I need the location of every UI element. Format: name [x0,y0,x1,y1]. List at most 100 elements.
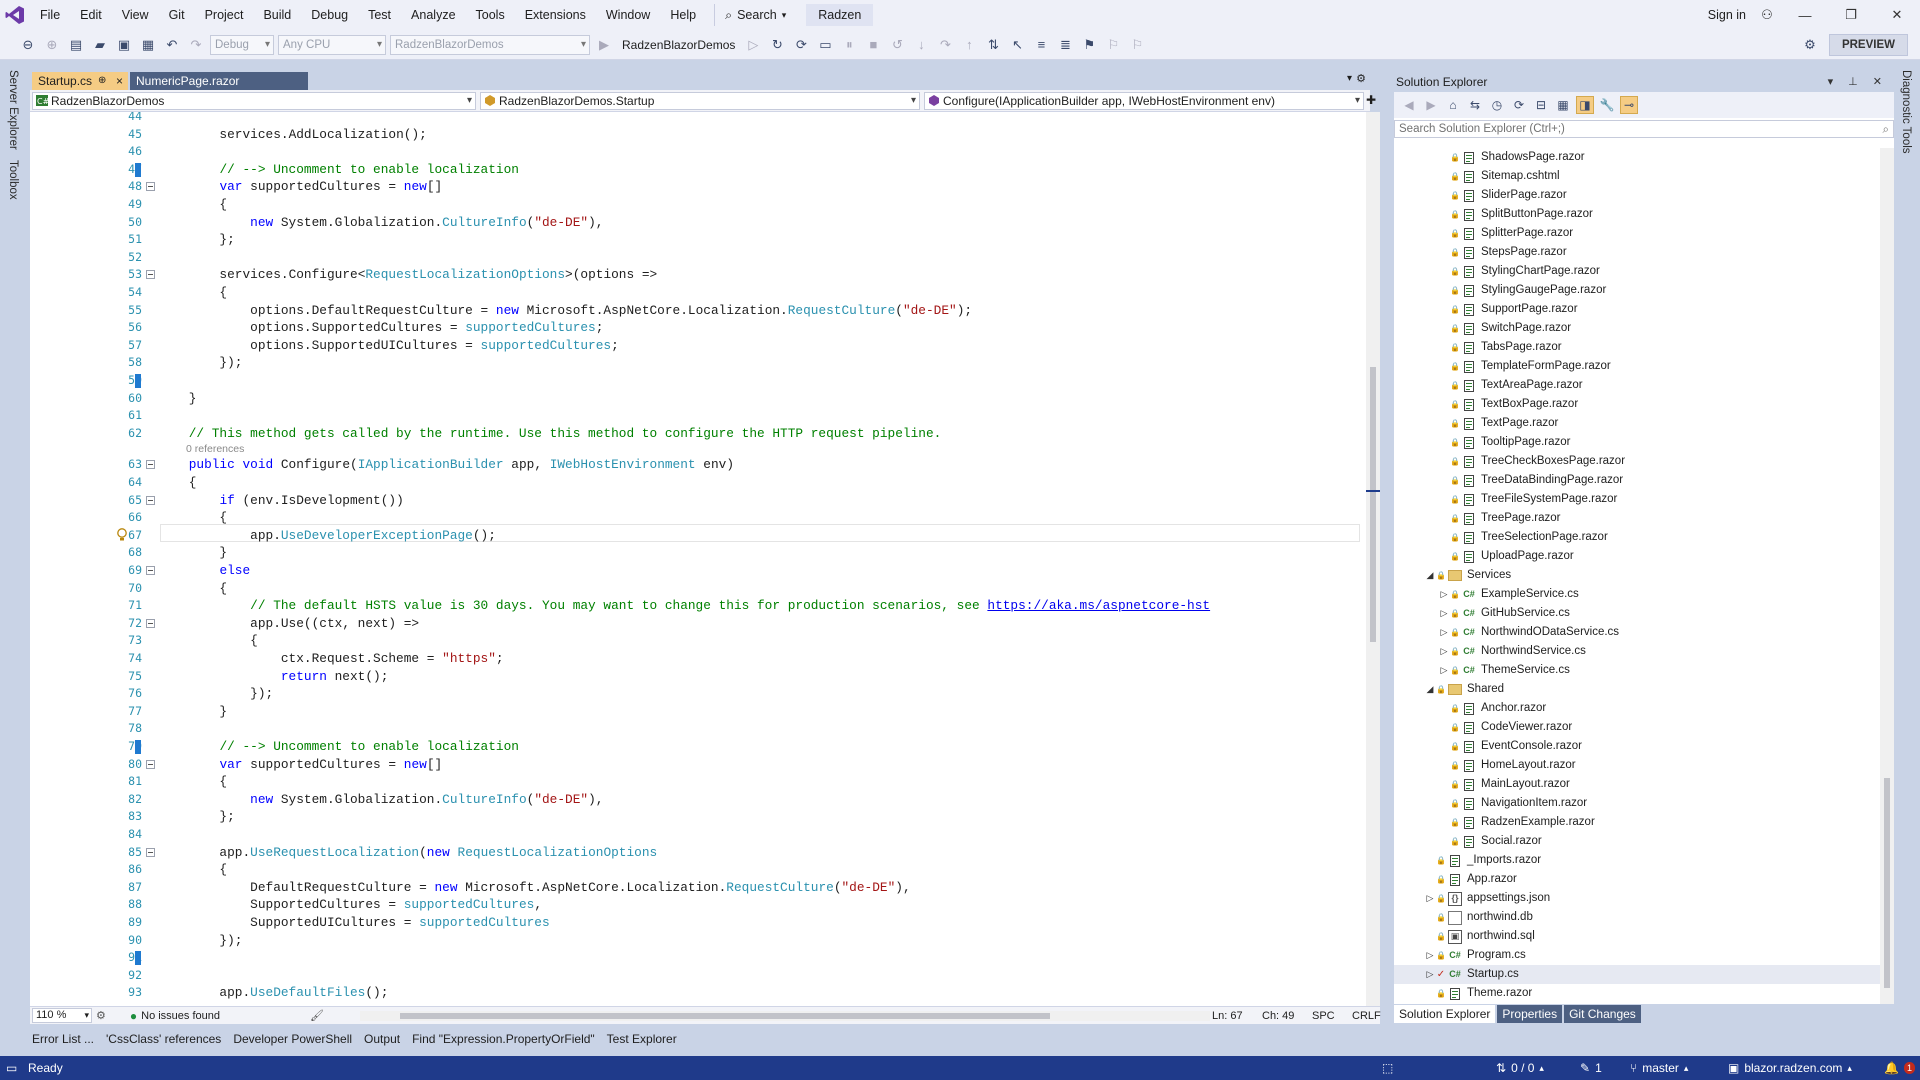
code-line[interactable]: services.Configure<RequestLocalizationOp… [158,266,657,284]
editor-vertical-scrollbar[interactable] [1366,112,1380,1010]
browser-link-icon[interactable]: ⟳ [791,35,811,55]
pointer-icon[interactable]: ↖ [1007,35,1027,55]
bookmark-prev-icon[interactable]: ⚐ [1103,35,1123,55]
type-combo[interactable]: RadzenBlazorDemos.Startup [480,92,920,110]
tree-item[interactable]: ▷ 🔒 C# GitHubService.cs [1394,604,1880,623]
bookmark-next-icon[interactable]: ⚐ [1127,35,1147,55]
code-line[interactable]: { [158,284,227,302]
code-line[interactable]: new System.Globalization.CultureInfo("de… [158,214,603,232]
code-line[interactable]: } [158,703,227,721]
code-line[interactable]: SupportedCultures = supportedCultures, [158,896,542,914]
menu-extensions[interactable]: Extensions [515,0,596,30]
tab-numericpage-razor[interactable]: NumericPage.razor [130,72,308,90]
branch-selector[interactable]: ⑂ master ▴ [1630,1056,1688,1080]
home-icon[interactable]: ⌂ [1444,96,1462,114]
tree-item[interactable]: 🔒 Social.razor [1394,832,1880,851]
tree-item[interactable]: ▷ 🔒{} appsettings.json [1394,889,1880,908]
code-line[interactable]: app.Use((ctx, next) => [158,615,419,633]
code-line[interactable]: }); [158,354,242,372]
collapsed-arrow-icon[interactable]: ▷ [1424,965,1436,984]
hot-reload-icon[interactable]: ↻ [767,35,787,55]
pin-icon[interactable]: ⊕ [98,72,106,90]
code-line[interactable]: }); [158,932,242,950]
uncomment-icon[interactable]: ≣ [1055,35,1075,55]
zoom-dropdown[interactable]: 110 % [32,1008,92,1023]
menu-edit[interactable]: Edit [70,0,112,30]
code-line[interactable]: app.UseRequestLocalization(new RequestLo… [158,844,657,862]
scrollbar-thumb[interactable] [1884,778,1890,988]
bookmark-icon[interactable]: ⚑ [1079,35,1099,55]
collapsed-arrow-icon[interactable]: ▷ [1438,585,1450,604]
tree-item[interactable]: 🔒 HomeLayout.razor [1394,756,1880,775]
code-line[interactable]: { [158,196,227,214]
back-icon[interactable]: ⊖ [18,35,38,55]
bottom-tab[interactable]: Developer PowerShell [227,1032,358,1046]
redo-icon[interactable]: ↷ [186,35,206,55]
intellicode-icon[interactable]: ⚙ [96,1009,106,1022]
tree-item[interactable]: 🔒 SupportPage.razor [1394,300,1880,319]
step-out-icon[interactable]: ↑ [959,35,979,55]
output-icon[interactable]: ▭ [6,1056,17,1080]
code-line[interactable]: DefaultRequestCulture = new Microsoft.As… [158,879,910,897]
fold-toggle-icon[interactable] [146,759,155,769]
code-line[interactable]: public void Configure(IApplicationBuilde… [158,456,734,474]
editor-horizontal-scrollbar[interactable] [360,1011,1210,1021]
tree-item[interactable]: ▷ 🔒 C# NorthwindODataService.cs [1394,623,1880,642]
notifications-button[interactable]: 🔔 1 [1884,1056,1915,1080]
code-line[interactable]: ctx.Request.Scheme = "https"; [158,650,504,668]
tree-item[interactable]: 🔒 EventConsole.razor [1394,737,1880,756]
scrollbar-thumb[interactable] [400,1013,1050,1019]
tree-item[interactable]: 🔒 SplitButtonPage.razor [1394,205,1880,224]
menu-project[interactable]: Project [195,0,254,30]
tree-item[interactable]: 🔒 TextPage.razor [1394,414,1880,433]
filter-icon[interactable]: ⊸ [1620,96,1638,114]
tree-item[interactable]: 🔒 TreeFileSystemPage.razor [1394,490,1880,509]
brush-icon[interactable]: 🖌 [310,1009,324,1022]
solution-vertical-scrollbar[interactable] [1880,148,1894,1004]
tab-git-changes[interactable]: Git Changes [1564,1005,1641,1023]
properties-icon[interactable]: 🔧 [1598,96,1616,114]
tree-item[interactable]: 🔒 StylingChartPage.razor [1394,262,1880,281]
show-all-files-icon[interactable]: ▦ [1554,96,1572,114]
undo-icon[interactable]: ↶ [162,35,182,55]
repository-selector[interactable]: ▣ blazor.radzen.com ▴ [1728,1056,1852,1080]
menu-debug[interactable]: Debug [301,0,358,30]
code-line[interactable]: var supportedCultures = new[] [158,178,442,196]
close-icon[interactable]: ✕ [1874,0,1920,30]
fold-toggle-icon[interactable] [146,270,155,280]
diagnostic-tools-tab[interactable]: Diagnostic Tools [1900,70,1912,154]
code-line[interactable]: // The default HSTS value is 30 days. Yo… [158,597,1210,615]
tree-item[interactable]: 🔒 NavigationItem.razor [1394,794,1880,813]
tab-startup-cs[interactable]: Startup.cs ⊕ × [32,72,128,90]
line-ending[interactable]: CRLF [1352,1010,1381,1022]
expanded-arrow-icon[interactable]: ◢ [1424,566,1436,585]
tree-item[interactable]: ▷ 🔒 C# NorthwindService.cs [1394,642,1880,661]
tab-overflow-icon[interactable]: ▾ [1347,73,1352,84]
bottom-tab[interactable]: Output [358,1032,406,1046]
fold-toggle-icon[interactable] [146,182,155,192]
comment-icon[interactable]: ≡ [1031,35,1051,55]
preview-button[interactable]: PREVIEW [1828,34,1908,56]
account-icon[interactable]: ⚇ [1752,0,1782,30]
code-line[interactable]: app.UseDefaultFiles(); [158,984,388,1002]
code-line[interactable]: // This method gets called by the runtim… [158,425,942,443]
step-over-icon[interactable]: ↷ [935,35,955,55]
tree-item[interactable]: 🔒 TextBoxPage.razor [1394,395,1880,414]
restart-icon[interactable]: ↺ [887,35,907,55]
feedback-icon[interactable]: ⚙ [1800,35,1820,55]
stop-icon[interactable]: ■ [863,35,883,55]
tree-item[interactable]: 🔒 CodeViewer.razor [1394,718,1880,737]
diagnostics-icon[interactable]: ⇅ [983,35,1003,55]
pending-changes-icon[interactable]: ◷ [1488,96,1506,114]
pause-icon[interactable]: ⏸ [839,35,859,55]
tree-item[interactable]: 🔒 northwind.db [1394,908,1880,927]
lightbulb-icon[interactable] [116,527,128,542]
code-line[interactable]: } [158,544,227,562]
solution-tree[interactable]: 🔒 ShadowsPage.razor 🔒 Sitemap.cshtml 🔒 Slider… [1394,148,1880,1004]
menu-analyze[interactable]: Analyze [401,0,465,30]
startup-project-dropdown[interactable]: RadzenBlazorDemos [390,34,590,55]
tree-item[interactable]: 🔒 TabsPage.razor [1394,338,1880,357]
tab-properties[interactable]: Properties [1497,1005,1563,1023]
code-line[interactable]: options.DefaultRequestCulture = new Micr… [158,302,972,320]
toolbox-tab[interactable]: Toolbox [7,160,19,200]
